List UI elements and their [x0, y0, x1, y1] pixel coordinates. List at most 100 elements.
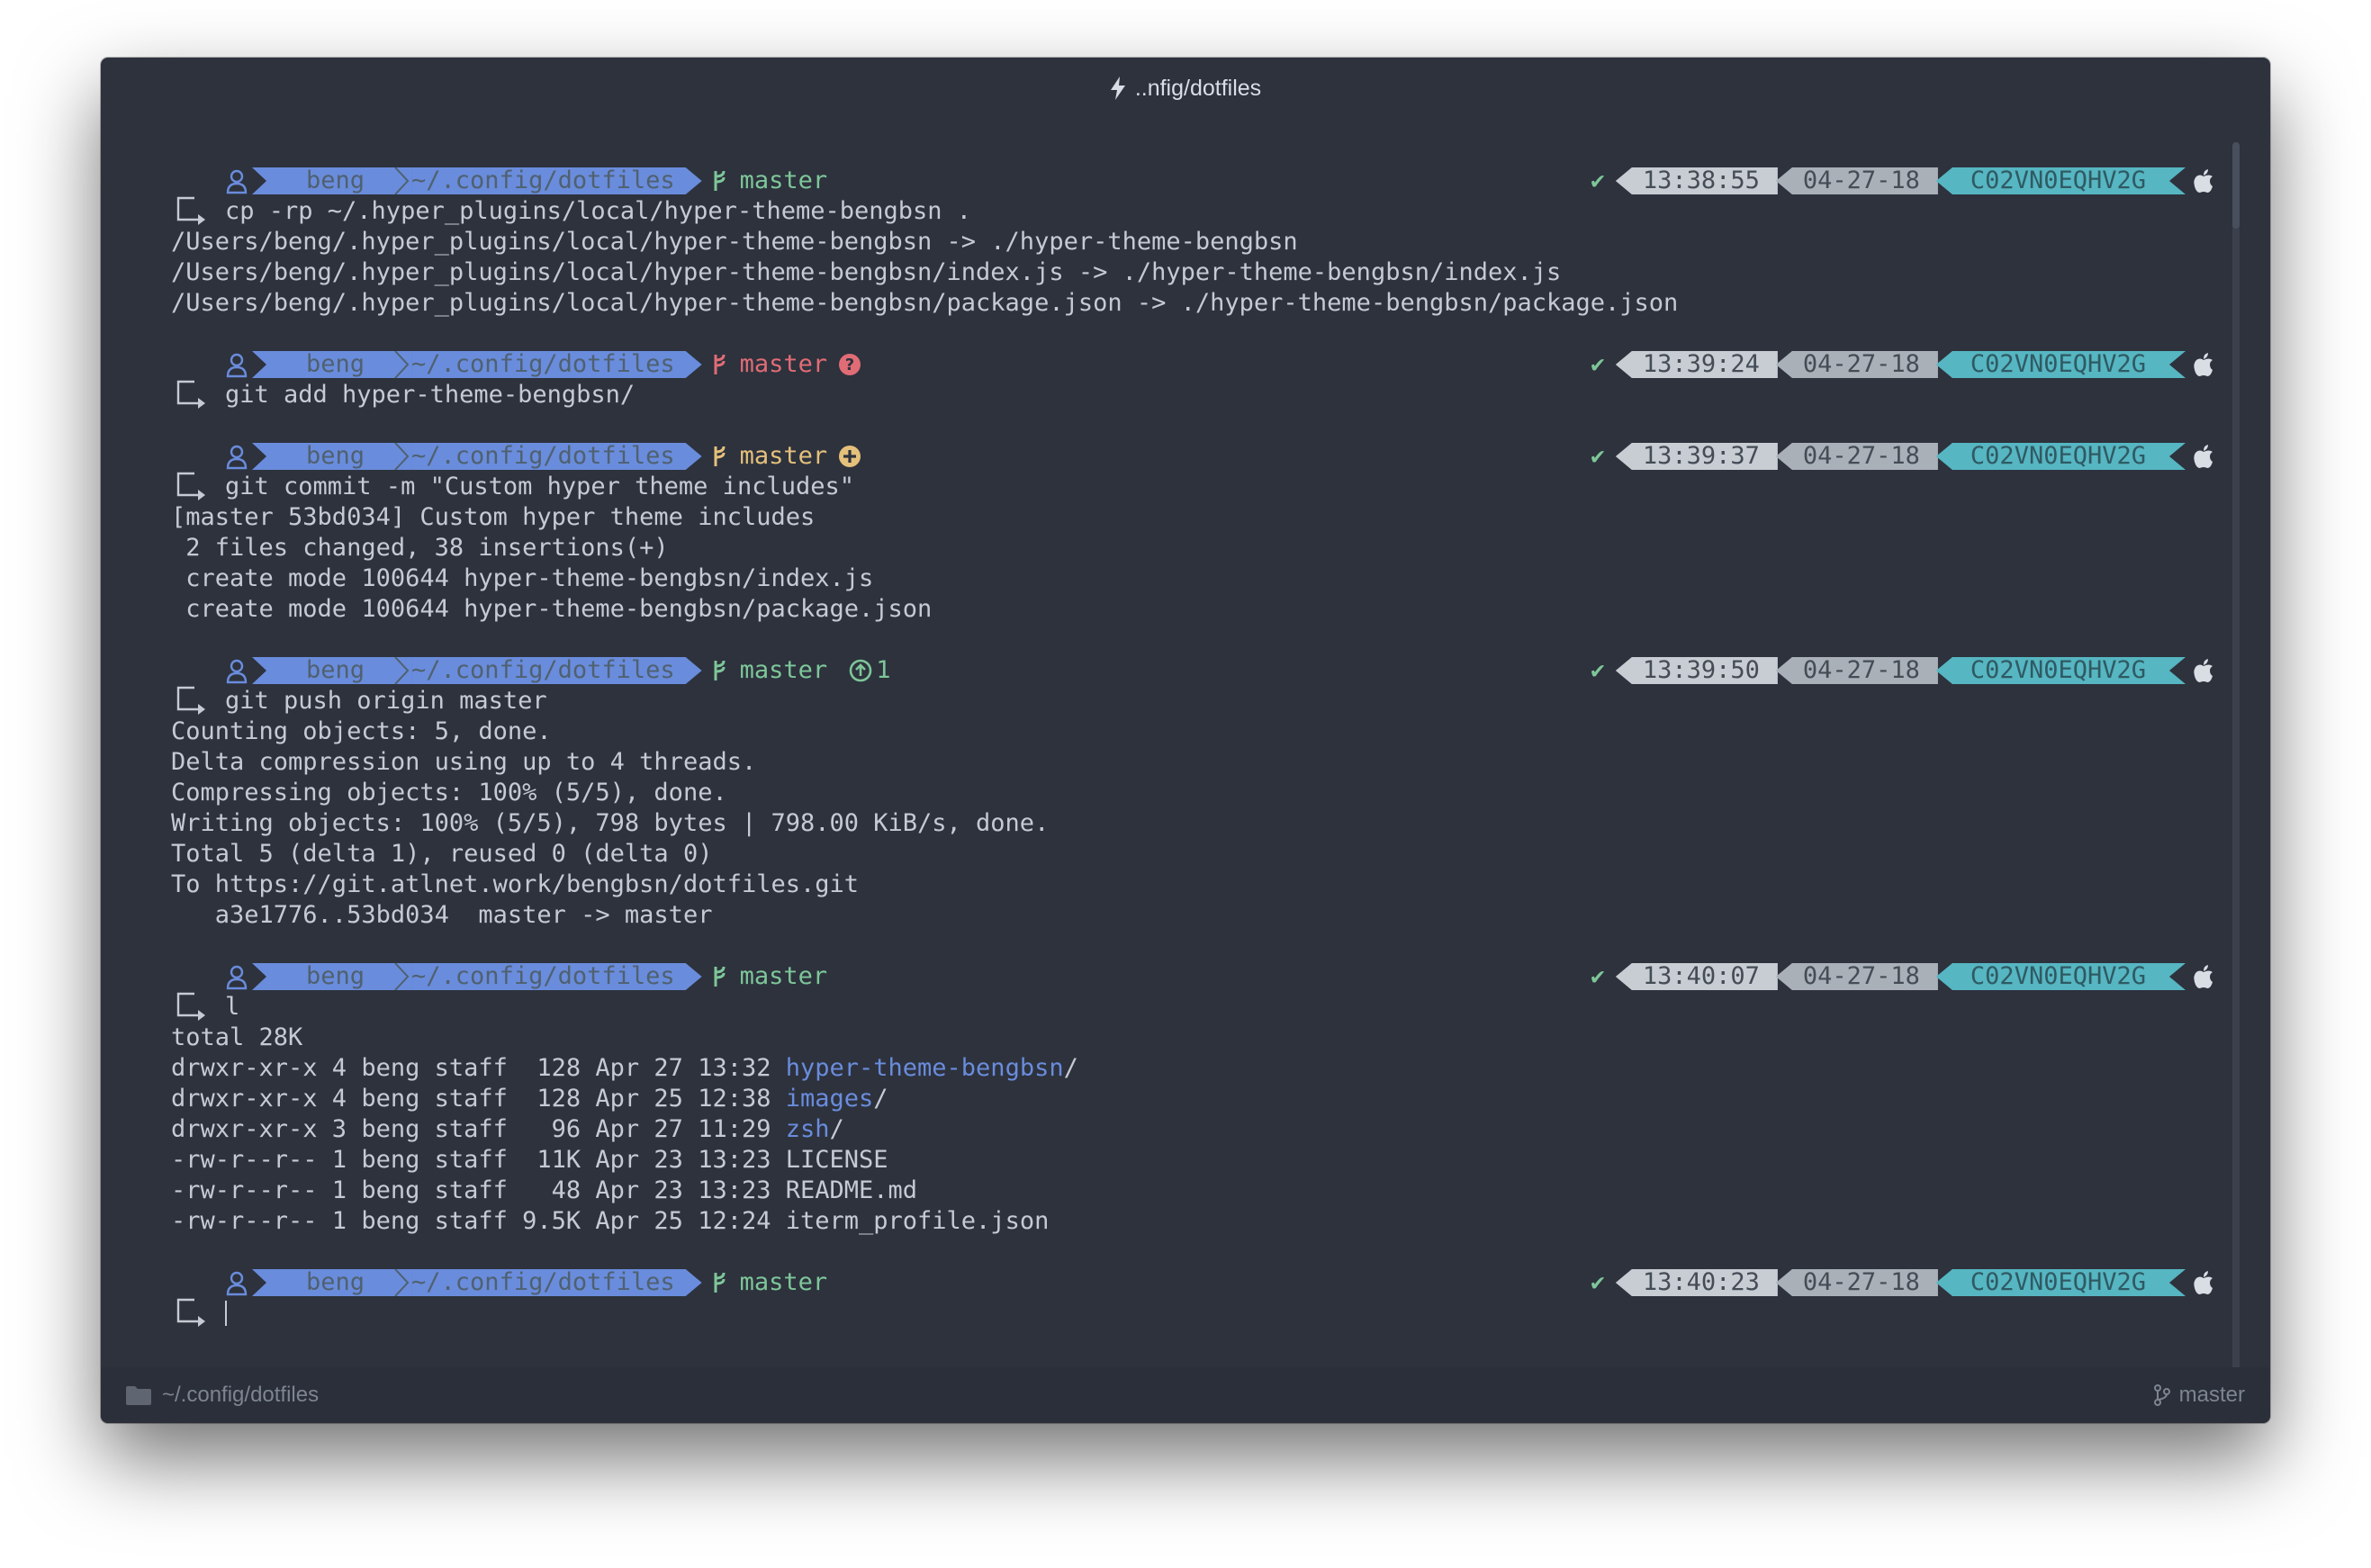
- right-prompt: ✔ 13:40:07 04-27-18 C02VN0EQHV2G: [1591, 963, 2214, 990]
- footer-cwd-label: ~/.config/dotfiles: [162, 1383, 320, 1407]
- git-branch-icon: [714, 660, 726, 680]
- output-line: To https://git.atlnet.work/bengbsn/dotfi…: [171, 870, 860, 898]
- apple-icon: [2194, 169, 2213, 193]
- prompt-branch: master 1: [711, 655, 890, 686]
- right-prompt: ✔ 13:39:37 04-27-18 C02VN0EQHV2G: [1591, 443, 2214, 470]
- listing-row: drwxr-xr-x 4 beng staff 128 Apr 27 13:32…: [171, 1053, 2214, 1084]
- footer-branch[interactable]: master: [2153, 1383, 2245, 1408]
- lightning-bolt-icon: [1110, 77, 1125, 100]
- prompt-branch: master: [711, 166, 827, 196]
- prompt-user: beng: [252, 443, 392, 470]
- git-branch-icon: [714, 354, 726, 374]
- scrollbar-thumb[interactable]: [2232, 142, 2240, 229]
- listing-name[interactable]: zsh: [786, 1115, 830, 1143]
- right-prompt: ✔ 13:40:23 04-27-18 C02VN0EQHV2G: [1591, 1269, 2214, 1296]
- listing-meta: drwxr-xr-x 4 beng staff 128 Apr 27 13:32: [171, 1054, 786, 1082]
- prompt-branch: master: [711, 441, 862, 472]
- prompt-date: 04-27-18: [1775, 351, 1938, 378]
- terminal-window: ..nfig/dotfiles beng ~/.config/dotfiles ma…: [101, 58, 2270, 1423]
- listing-name[interactable]: LICENSE: [786, 1146, 888, 1174]
- output-line: /Users/beng/.hyper_plugins/local/hyper-t…: [171, 258, 1562, 286]
- prompt-time: 13:39:50: [1615, 657, 1778, 684]
- prompt-user: beng: [252, 167, 392, 194]
- prompt-host: C02VN0EQHV2G: [1936, 657, 2186, 684]
- output-line: Writing objects: 100% (5/5), 798 bytes |…: [171, 809, 1050, 837]
- return-arrow-icon: [176, 380, 205, 409]
- git-branch-icon: [714, 170, 726, 191]
- prompt-dir: ~/.config/dotfiles: [411, 657, 702, 684]
- chevron-right-icon: [392, 963, 412, 990]
- prompt-dir: ~/.config/dotfiles: [411, 1269, 702, 1296]
- prompt-branch: master: [711, 961, 828, 992]
- prompt-line: beng ~/.config/dotfiles master ✔ 13:39:37 04-…: [171, 441, 2214, 472]
- listing-row: -rw-r--r-- 1 beng staff 48 Apr 23 13:23 …: [171, 1176, 2214, 1206]
- user-icon: [226, 659, 248, 684]
- user-icon: [226, 965, 248, 990]
- prompt-block: beng ~/.config/dotfiles master ✔ 13:40:07 04-…: [171, 961, 2214, 1237]
- command-line[interactable]: git add hyper-theme-bengbsn/: [171, 380, 2214, 410]
- prompt-dir: ~/.config/dotfiles: [411, 351, 702, 378]
- prompt-host: C02VN0EQHV2G: [1936, 351, 2186, 378]
- output-line: /Users/beng/.hyper_plugins/local/hyper-t…: [171, 228, 1298, 256]
- listing-meta: drwxr-xr-x 4 beng staff 128 Apr 25 12:38: [171, 1085, 786, 1113]
- output-line: Compressing objects: 100% (5/5), done.: [171, 779, 727, 807]
- listing-meta: -rw-r--r-- 1 beng staff 9.5K Apr 25 12:2…: [171, 1207, 786, 1235]
- prompt-branch-name: master: [739, 962, 828, 990]
- command-line[interactable]: git commit -m "Custom hyper theme includ…: [171, 472, 2214, 502]
- prompt-block: beng ~/.config/dotfiles master ✔ 13:39:37 04-…: [171, 441, 2214, 625]
- git-branch-icon: [714, 446, 726, 466]
- output-line: Total 5 (delta 1), reused 0 (delta 0): [171, 840, 713, 868]
- listing-meta: drwxr-xr-x 3 beng staff 96 Apr 27 11:29: [171, 1115, 786, 1143]
- prompt-date: 04-27-18: [1775, 443, 1938, 470]
- right-prompt: ✔ 13:39:50 04-27-18 C02VN0EQHV2G: [1591, 657, 2214, 684]
- listing-row: drwxr-xr-x 3 beng staff 96 Apr 27 11:29 …: [171, 1114, 2214, 1145]
- footer-cwd[interactable]: ~/.config/dotfiles: [126, 1383, 319, 1408]
- command-line[interactable]: cp -rp ~/.hyper_plugins/local/hyper-them…: [171, 196, 2214, 227]
- prompt-time: 13:40:23: [1615, 1269, 1778, 1296]
- prompt-date: 04-27-18: [1775, 963, 1938, 990]
- prompt-host: C02VN0EQHV2G: [1936, 167, 2186, 194]
- check-icon: ✔: [1591, 167, 1605, 194]
- prompt-host: C02VN0EQHV2G: [1936, 1269, 2186, 1296]
- ahead-indicator: 1: [838, 655, 890, 686]
- return-arrow-icon: [176, 992, 205, 1021]
- prompt-branch-name: master: [739, 1268, 828, 1296]
- prompt-date: 04-27-18: [1775, 167, 1938, 194]
- command-line[interactable]: l: [171, 992, 2214, 1023]
- text-cursor: [225, 1301, 227, 1326]
- prompt-line: beng ~/.config/dotfiles master ✔ 13:38:55 04-…: [171, 166, 2214, 196]
- command-text: git commit -m "Custom hyper theme includ…: [225, 473, 854, 500]
- status-footer: ~/.config/dotfiles master: [101, 1367, 2270, 1423]
- right-prompt: ✔ 13:38:55 04-27-18 C02VN0EQHV2G: [1591, 167, 2214, 194]
- command-line[interactable]: git push origin master: [171, 686, 2214, 716]
- check-icon: ✔: [1591, 351, 1605, 378]
- command-text: cp -rp ~/.hyper_plugins/local/hyper-them…: [225, 197, 972, 225]
- prompt-branch-name: master: [739, 442, 828, 470]
- scrollbar[interactable]: [2232, 142, 2240, 1388]
- listing-name[interactable]: images: [786, 1085, 874, 1113]
- prompt-time: 13:39:24: [1615, 351, 1778, 378]
- prompt-time: 13:38:55: [1615, 167, 1778, 194]
- listing-name[interactable]: iterm_profile.json: [786, 1207, 1050, 1235]
- prompt-branch: master?: [711, 349, 862, 380]
- apple-icon: [2194, 659, 2213, 682]
- return-arrow-icon: [176, 686, 205, 715]
- command-line[interactable]: [171, 1298, 2214, 1329]
- listing-row: drwxr-xr-x 4 beng staff 128 Apr 25 12:38…: [171, 1084, 2214, 1114]
- chevron-right-icon: [392, 657, 412, 684]
- check-icon: ✔: [1591, 443, 1605, 470]
- command-text: l: [225, 993, 240, 1021]
- listing-name[interactable]: hyper-theme-bengbsn: [786, 1054, 1064, 1082]
- listing-row: -rw-r--r-- 1 beng staff 9.5K Apr 25 12:2…: [171, 1206, 2214, 1237]
- plus-circle-icon: [839, 446, 861, 467]
- listing-name[interactable]: README.md: [786, 1176, 917, 1204]
- output-line: total 28K: [171, 1023, 303, 1051]
- terminal-output[interactable]: beng ~/.config/dotfiles master ✔ 13:38:55 04-…: [171, 166, 2214, 1329]
- return-arrow-icon: [176, 472, 205, 500]
- prompt-line: beng ~/.config/dotfiles master? ✔ 13:39:24 04…: [171, 349, 2214, 380]
- prompt-user: beng: [252, 963, 392, 990]
- apple-icon: [2194, 1271, 2213, 1294]
